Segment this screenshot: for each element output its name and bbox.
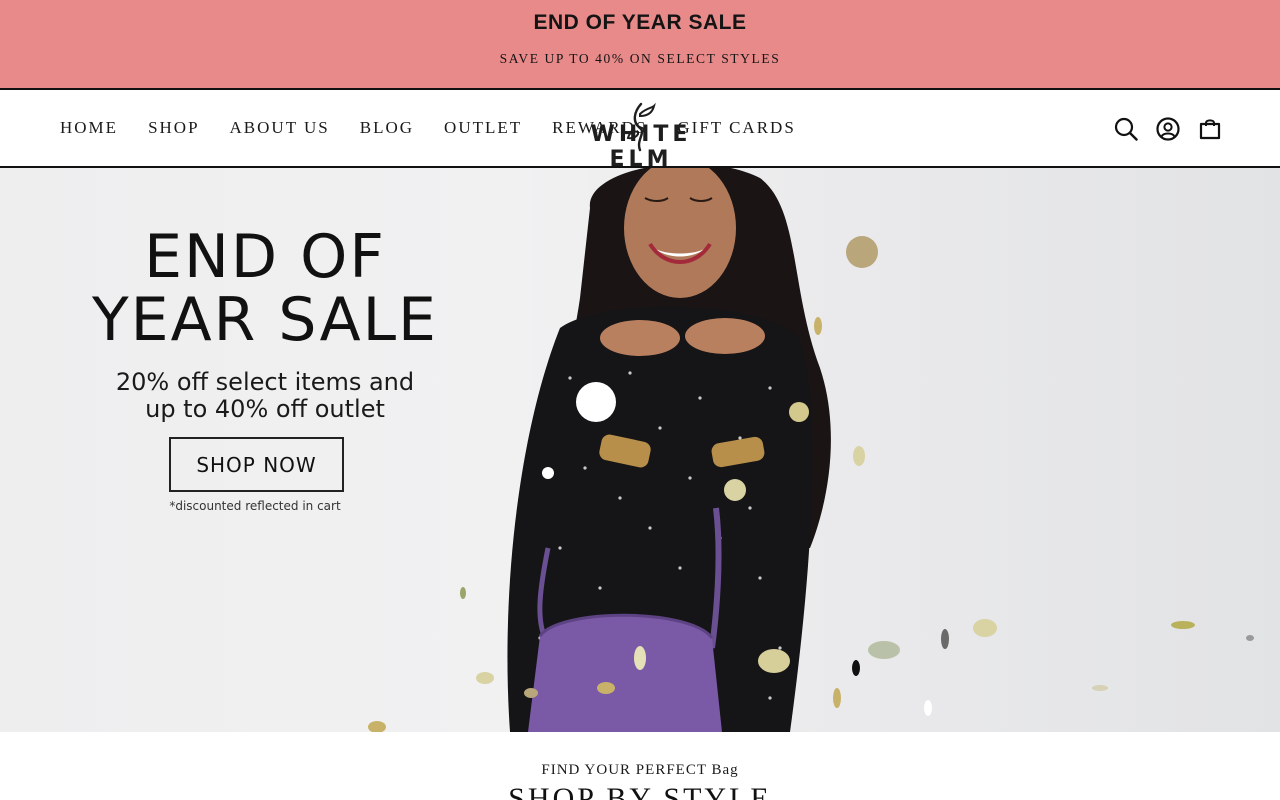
logo-text: WHITE ELM [590,122,692,172]
hero-subtitle: 20% off select items and up to 40% off o… [60,369,470,423]
hero-subtitle-line1: 20% off select items and [115,368,415,396]
nav-about-us[interactable]: ABOUT US [230,118,330,138]
hero-banner: END OF YEAR SALE 20% off select items an… [0,168,1280,732]
section-title: SHOP BY STYLE [508,782,772,800]
site-logo[interactable]: WHITE ELM [554,102,728,172]
cart-icon[interactable] [1198,117,1222,141]
nav-blog[interactable]: BLOG [360,118,414,138]
announcement-subtitle: SAVE UP TO 40% ON SELECT STYLES [499,51,781,66]
nav-shop[interactable]: SHOP [148,118,199,138]
announcement-title: END OF YEAR SALE [533,11,747,34]
shop-now-button[interactable]: SHOP NOW [169,437,344,492]
hero-title-line2: YEAR SALE [92,285,438,355]
announcement-bar: END OF YEAR SALE SAVE UP TO 40% ON SELEC… [0,0,1280,88]
hero-title: END OF YEAR SALE [40,226,490,352]
nav-outlet[interactable]: OUTLET [444,118,522,138]
hero-footnote: *discounted reflected in cart [169,499,341,513]
account-icon[interactable] [1156,117,1180,141]
section-kicker: FIND YOUR PERFECT Bag [541,762,739,778]
hero-subtitle-line2: up to 40% off outlet [145,395,385,423]
nav-home[interactable]: HOME [60,118,118,138]
header-actions [1114,117,1222,141]
site-header: HOME SHOP ABOUT US BLOG OUTLET REWARDS G… [0,88,1280,172]
hero-title-line1: END OF [144,222,386,292]
search-icon[interactable] [1114,117,1138,141]
